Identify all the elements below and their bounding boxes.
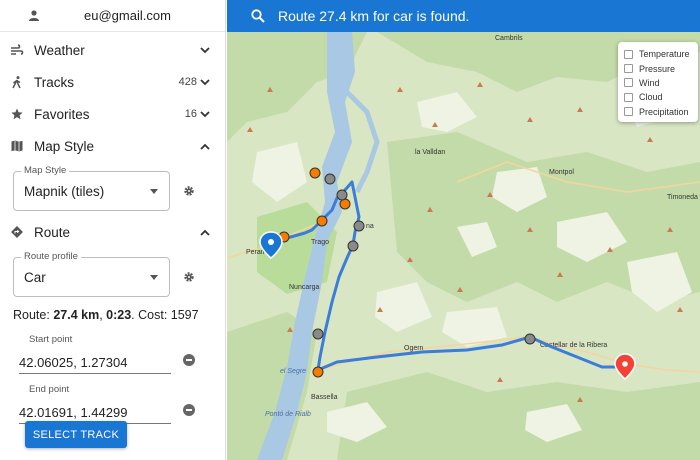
user-email: eu@gmail.com (84, 8, 171, 23)
menu-tracks[interactable]: Tracks 428 (0, 66, 225, 98)
gear-icon (184, 272, 194, 282)
menu-favorites[interactable]: Favorites 16 (0, 98, 225, 130)
select-track-button[interactable]: SELECT TRACK (25, 421, 127, 448)
minus-icon (186, 409, 192, 411)
label-nuncarga: Nuncarga (289, 284, 319, 291)
chevron-up-icon (199, 143, 211, 150)
remove-start-point-button[interactable] (183, 354, 195, 366)
dropdown-caret-icon (150, 188, 158, 194)
start-point-input[interactable] (19, 352, 171, 374)
route-profile-select[interactable]: Route profile Car (13, 251, 170, 297)
weather-layers-panel: Temperature Pressure Wind Cloud Precipit… (618, 42, 698, 122)
waypoint-gray-4[interactable] (347, 240, 359, 252)
person-icon (26, 10, 42, 21)
label-cambrils: Cambrils (495, 35, 523, 42)
gear-icon (184, 186, 194, 196)
dropdown-caret-icon (150, 274, 158, 280)
route-summary: Route: 27.4 km, 0:23. Cost: 1597 (13, 308, 225, 322)
layer-cloud[interactable]: Cloud (618, 90, 698, 104)
route-time: 0:23 (106, 308, 132, 322)
tracks-count: 428 (178, 76, 197, 88)
menu-weather[interactable]: Weather (0, 34, 225, 66)
end-point-field: End point (19, 384, 201, 424)
waypoint-gray-1[interactable] (324, 173, 336, 185)
map-style-select[interactable]: Map Style Mapnik (tiles) (13, 165, 170, 211)
layer-wind[interactable]: Wind (618, 76, 698, 90)
waypoint-orange-5[interactable] (312, 366, 324, 378)
map-style-select-legend: Map Style (21, 165, 70, 176)
route-distance: 27.4 km (53, 308, 100, 322)
favorites-count: 16 (184, 108, 197, 120)
label-rialb: Pontó de Rialb (265, 411, 311, 418)
route-profile-select-value: Car (24, 269, 46, 285)
layer-pressure[interactable]: Pressure (618, 61, 698, 75)
route-profile-group: Route profile Car (13, 251, 225, 298)
waypoint-orange-4[interactable] (339, 198, 351, 210)
map-style-select-value: Mapnik (tiles) (24, 183, 105, 199)
menu-favorites-label: Favorites (34, 106, 90, 122)
checkbox-icon (624, 92, 633, 102)
chevron-down-icon (199, 110, 211, 118)
layer-precipitation-label: Precipitation (639, 106, 689, 117)
route-profile-settings-button[interactable] (178, 266, 200, 288)
label-na: na (366, 223, 374, 230)
label-trago: Trago (311, 239, 329, 246)
start-point-field: Start point (19, 334, 201, 374)
label-timoneda: Timonedа (667, 194, 698, 201)
waypoint-gray-6[interactable] (524, 333, 536, 345)
menu-map-style-label: Map Style (34, 138, 95, 154)
waypoint-orange-3[interactable] (316, 215, 328, 227)
map-style-settings-button[interactable] (178, 180, 200, 202)
route-summary-prefix: Route: (13, 308, 54, 322)
end-point-label: End point (29, 384, 70, 395)
waypoint-gray-2[interactable] (336, 189, 348, 201)
menu-route[interactable]: Route (0, 216, 225, 248)
waypoint-gray-3[interactable] (353, 220, 365, 232)
route-cost: 1597 (170, 308, 199, 322)
minus-icon (186, 359, 192, 361)
walk-icon (9, 75, 25, 89)
search-bar[interactable]: Route 27.4 km for car is found. (227, 0, 700, 32)
label-montpol: Montpol (549, 169, 574, 176)
checkbox-icon (624, 78, 633, 88)
chevron-up-icon (199, 229, 211, 236)
directions-icon (9, 226, 25, 238)
waypoint-orange-2[interactable] (309, 167, 321, 179)
menu-weather-label: Weather (34, 42, 85, 58)
map-area[interactable]: Route 27.4 km for car is found. Cambrils… (227, 0, 700, 460)
checkbox-icon (624, 107, 633, 117)
layer-precipitation[interactable]: Precipitation (618, 105, 698, 119)
checkbox-icon (624, 64, 633, 74)
menu-map-style[interactable]: Map Style (0, 130, 225, 162)
weather-icon (9, 44, 25, 56)
map-icon (9, 140, 25, 152)
menu-route-label: Route (34, 224, 71, 240)
star-icon (9, 108, 25, 120)
sidebar: eu@gmail.com Weather Tracks 428 Favorite… (0, 0, 226, 460)
checkbox-icon (624, 49, 633, 59)
chevron-down-icon (199, 78, 211, 86)
route-status-text: Route 27.4 km for car is found. (278, 8, 470, 24)
label-bassella: Bassella (311, 394, 338, 401)
layer-pressure-label: Pressure (639, 63, 676, 74)
chevron-down-icon (199, 46, 211, 54)
waypoint-gray-5[interactable] (312, 328, 324, 340)
route-profile-select-legend: Route profile (21, 251, 81, 262)
search-icon (251, 9, 265, 23)
map-style-group: Map Style Mapnik (tiles) (13, 165, 225, 212)
layer-wind-label: Wind (639, 77, 660, 88)
user-row[interactable]: eu@gmail.com (0, 0, 225, 32)
route-sep-2: . Cost: (131, 308, 171, 322)
layer-cloud-label: Cloud (639, 92, 663, 103)
start-point-label: Start point (29, 334, 73, 345)
layer-temperature[interactable]: Temperature (618, 47, 698, 61)
menu-tracks-label: Tracks (34, 74, 74, 90)
label-la-valldan: la Valldan (415, 149, 445, 156)
layer-temperature-label: Temperature (639, 49, 690, 60)
remove-end-point-button[interactable] (183, 404, 195, 416)
label-segre: el Segre (280, 368, 306, 375)
